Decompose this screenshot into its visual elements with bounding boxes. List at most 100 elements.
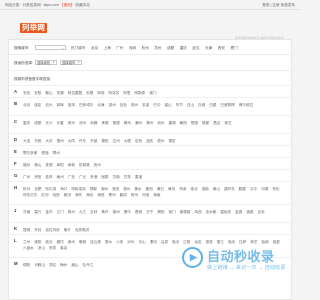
city-link[interactable]: 贵阳 (34, 174, 41, 180)
city-link[interactable]: 常德 (113, 120, 120, 126)
hot-city[interactable]: 武汉 (192, 46, 199, 50)
city-link[interactable]: 吉安 (258, 209, 265, 215)
city-link[interactable]: 阿勒泰 (134, 90, 145, 96)
hot-city[interactable]: 北京 (91, 46, 98, 50)
search-icon[interactable]: ⌕ (62, 46, 64, 50)
city-link[interactable]: 防城港 (79, 162, 90, 168)
hot-city[interactable]: 成都 (167, 46, 174, 50)
city-link[interactable]: 晋城 (135, 209, 142, 215)
city-link[interactable]: 梅州 (60, 262, 67, 268)
city-link[interactable]: 博尔塔拉 (239, 102, 253, 108)
city-link[interactable]: 抚顺 (45, 162, 52, 168)
city-link[interactable]: 景德镇 (180, 209, 191, 215)
city-link[interactable]: 崇左 (224, 120, 231, 126)
city-link[interactable]: 百色 (120, 102, 127, 108)
city-link[interactable]: 柳州 (68, 239, 75, 245)
hot-city[interactable]: 杭州 (142, 46, 149, 50)
city-link[interactable]: 巴中 (153, 102, 160, 108)
city-link[interactable]: 临汾 (172, 239, 179, 245)
city-link[interactable]: 沧州 (79, 120, 86, 126)
city-link[interactable]: 亳州 (131, 102, 138, 108)
hot-city[interactable]: 西安 (218, 46, 225, 50)
city-link[interactable]: 承德 (101, 120, 108, 126)
city-link[interactable]: 鄂尔多斯 (23, 150, 37, 156)
city-link[interactable]: 拉萨 (239, 239, 246, 245)
bookmark-link[interactable]: 收藏本站 (76, 3, 90, 7)
city-link[interactable]: 阿克苏 (109, 90, 120, 96)
city-link[interactable]: 连云港 (90, 239, 101, 245)
city-link[interactable]: 安阳 (34, 90, 41, 96)
city-link[interactable]: 白城 (198, 102, 205, 108)
city-link[interactable]: 定西 (135, 138, 142, 144)
city-link[interactable]: 辽阳 (183, 239, 190, 245)
city-link[interactable]: 来宾 (49, 245, 56, 251)
city-link[interactable]: 黄冈 (168, 186, 175, 192)
hot-city[interactable]: 厦门 (230, 46, 237, 50)
city-link[interactable]: 揭阳 (157, 209, 164, 215)
city-link[interactable]: 巴音郭楞 (220, 102, 234, 108)
city-link[interactable]: 克拉玛依 (45, 227, 59, 233)
city-link[interactable]: 葫芦岛 (224, 186, 235, 192)
city-link[interactable]: 滁州 (146, 120, 153, 126)
city-link[interactable]: 丽江 (217, 239, 224, 245)
city-link[interactable]: 北海 (97, 102, 104, 108)
city-link[interactable]: 眉山 (71, 262, 78, 268)
city-link[interactable]: 成都 (34, 120, 41, 126)
city-link[interactable]: 池州 (157, 120, 164, 126)
city-link[interactable]: 巴彦淖尔 (79, 102, 93, 108)
city-link[interactable]: 长沙 (45, 120, 52, 126)
city-link[interactable]: 重庆 (23, 120, 30, 126)
city-link[interactable]: 济南 (23, 209, 30, 215)
city-link[interactable]: 东营 (90, 138, 97, 144)
city-link[interactable]: 焦作 (101, 209, 108, 215)
city-link[interactable]: 海东 (75, 192, 82, 198)
city-link[interactable]: 吉林 (90, 209, 97, 215)
city-link[interactable]: 福州 (23, 162, 30, 168)
city-link[interactable]: 北京 (23, 102, 30, 108)
city-link[interactable]: 汉中 (250, 186, 257, 192)
city-link[interactable]: 宝鸡 (68, 102, 75, 108)
city-link[interactable]: 江门 (57, 209, 64, 215)
home-link[interactable]: 【首页】 (60, 3, 74, 7)
login-links[interactable]: 登录 | 注册 免费发布 (262, 3, 295, 8)
city-link[interactable]: 晋中 (124, 209, 131, 215)
city-link[interactable]: 儋州 (157, 138, 164, 144)
city-select[interactable]: 选择城市 ▼ (60, 60, 82, 65)
city-link[interactable]: 林芝 (250, 239, 257, 245)
city-link[interactable]: 鄂州 (53, 150, 60, 156)
city-link[interactable]: 和田 (64, 192, 71, 198)
city-link[interactable]: 阿拉善盟 (68, 90, 82, 96)
city-link[interactable]: 固原 (101, 174, 108, 180)
city-link[interactable]: 甘南 (113, 174, 120, 180)
city-link[interactable]: 河池 (142, 192, 149, 198)
city-link[interactable]: 克孜勒苏 (75, 227, 89, 233)
hot-city[interactable]: 天津 (205, 46, 212, 50)
city-link[interactable]: 鞍山 (45, 90, 52, 96)
city-link[interactable]: 广元 (79, 174, 86, 180)
city-link[interactable]: 济宁 (146, 209, 153, 215)
city-link[interactable]: 鹤壁 (239, 186, 246, 192)
city-link[interactable]: 呼伦贝尔 (23, 192, 37, 198)
city-link[interactable]: 牡丹江 (83, 262, 94, 268)
city-link[interactable]: 白银 (209, 102, 216, 108)
hot-city[interactable]: 苏州 (154, 46, 161, 50)
city-link[interactable]: 海北 (86, 192, 93, 198)
city-link[interactable]: 阿坝 (97, 90, 104, 96)
city-link[interactable]: 安康 (57, 90, 64, 96)
city-link[interactable]: 嘉峪关 (220, 209, 231, 215)
city-link[interactable]: 菏泽 (179, 186, 186, 192)
city-link[interactable]: 海西 (97, 192, 104, 198)
city-link[interactable]: 海南 (153, 192, 160, 198)
city-link[interactable]: 泸州 (127, 239, 134, 245)
city-link[interactable]: 广州 (23, 174, 30, 180)
city-search-input[interactable]: ⌕ (35, 45, 66, 50)
city-link[interactable]: 滨州 (109, 102, 116, 108)
hot-city[interactable]: 深圳 (129, 46, 136, 50)
city-link[interactable]: 毕节 (176, 102, 183, 108)
city-link[interactable]: 凉山 (38, 245, 45, 251)
city-link[interactable]: 大理 (124, 138, 131, 144)
city-link[interactable]: 乐山 (138, 239, 145, 245)
city-link[interactable]: 鸡西 (194, 209, 201, 215)
city-link[interactable]: 茂名 (49, 262, 56, 268)
city-link[interactable]: 贵港 (90, 174, 97, 180)
